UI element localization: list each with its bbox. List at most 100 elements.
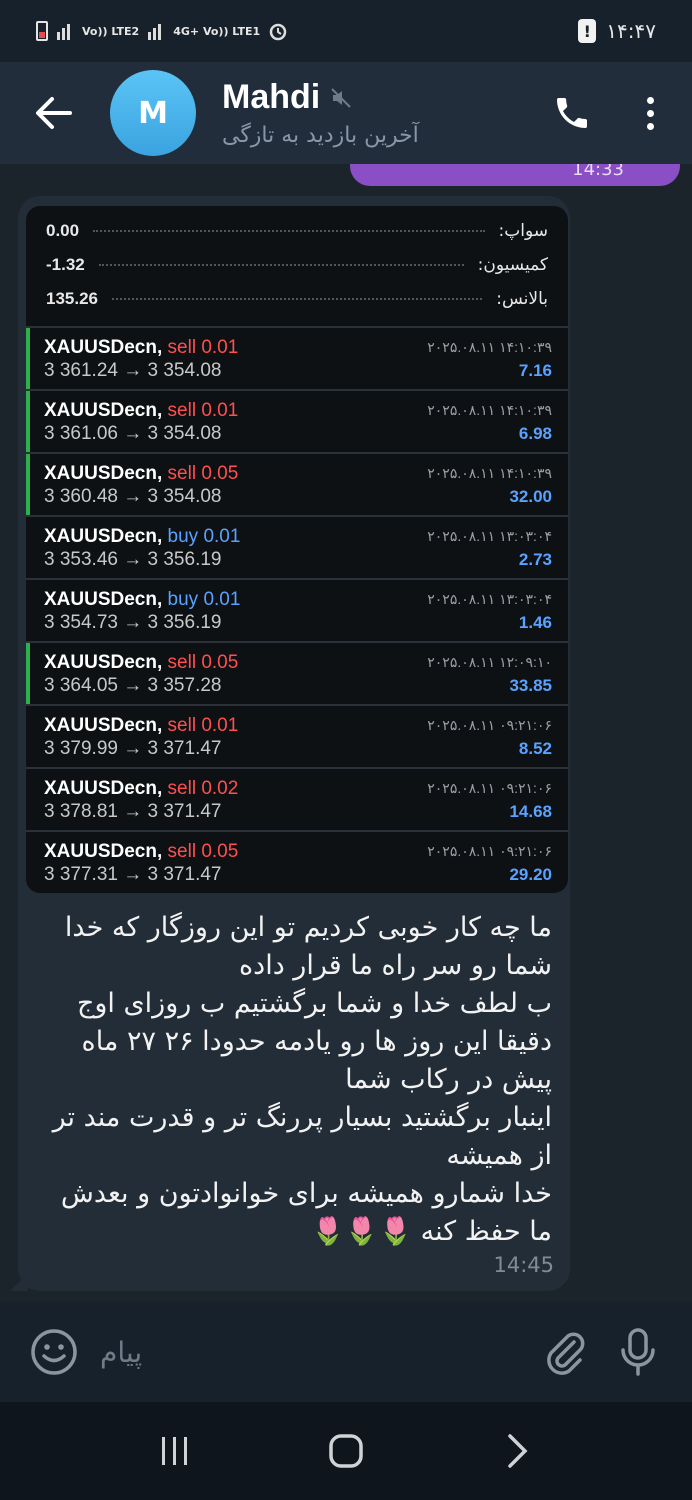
trade-symbol: XAUUSDecn,: [44, 399, 163, 421]
trade-date: ۲۰۲۵.۰۸.۱۱ ۱۳:۰۳:۰۴: [427, 527, 552, 544]
trade-side: sell: [167, 714, 197, 736]
call-button[interactable]: [542, 83, 602, 143]
recents-button[interactable]: [145, 1421, 205, 1481]
trade-side: buy: [167, 588, 199, 610]
trade-volume: 0.05: [201, 651, 239, 673]
message-composer: [0, 1302, 692, 1402]
trade-volume: 0.01: [203, 588, 241, 610]
back-button[interactable]: [14, 62, 94, 164]
trade-info: XAUUSDecn, buy 0.01 3 353.46 → 3 356.19: [44, 525, 240, 571]
summary-commission: -1.32 کمیسیون:: [26, 248, 568, 282]
trade-symbol: XAUUSDecn,: [44, 588, 163, 610]
trade-side: sell: [167, 336, 197, 358]
chat-header: M Mahdi آخرین بازدید به تازگی: [0, 62, 692, 164]
trade-prices: 3 360.48 → 3 354.08: [44, 485, 222, 507]
previous-outgoing-message[interactable]: 14:33: [350, 164, 680, 186]
emoji-button[interactable]: [26, 1324, 82, 1380]
trade-date: ۲۰۲۵.۰۸.۱۱ ۰۹:۲۱:۰۶: [427, 779, 552, 796]
dotted-leader: [93, 230, 485, 232]
trade-profit: 14.68: [509, 801, 552, 821]
trade-result: ۲۰۲۵.۰۸.۱۱ ۱۳:۰۳:۰۴ 2.73: [427, 525, 552, 571]
trade-side: buy: [167, 525, 199, 547]
contact-name: Mahdi: [222, 78, 542, 117]
trade-info: XAUUSDecn, sell 0.05 3 364.05 → 3 357.28: [44, 651, 238, 697]
avatar[interactable]: M: [110, 70, 196, 156]
voice-record-button[interactable]: [610, 1324, 666, 1380]
summary-swap: 0.00 سواپ:: [26, 214, 568, 248]
trade-date: ۲۰۲۵.۰۸.۱۱ ۱۴:۱۰:۳۹: [427, 338, 552, 355]
trade-info: XAUUSDecn, sell 0.05 3 360.48 → 3 354.08: [44, 462, 238, 508]
trade-date: ۲۰۲۵.۰۸.۱۱ ۱۲:۰۹:۱۰: [427, 653, 552, 670]
dotted-leader: [112, 298, 483, 300]
back-nav-button[interactable]: [487, 1421, 547, 1481]
trade-result: ۲۰۲۵.۰۸.۱۱ ۰۹:۲۱:۰۶ 29.20: [427, 840, 552, 886]
trade-volume: 0.01: [203, 525, 241, 547]
trade-prices: 3 379.99 → 3 371.47: [44, 737, 222, 759]
dotted-leader: [98, 264, 464, 266]
trade-volume: 0.01: [201, 714, 239, 736]
home-button[interactable]: [316, 1421, 376, 1481]
commission-value: -1.32: [46, 255, 85, 274]
dot-icon: [646, 122, 654, 130]
trade-title: XAUUSDecn, sell 0.05: [44, 840, 238, 863]
trade-prices: 3 353.46 → 3 356.19: [44, 548, 222, 570]
trade-profit: 33.85: [509, 675, 552, 695]
home-icon: [329, 1434, 363, 1468]
microphone-icon: [621, 1328, 655, 1376]
trade-row: XAUUSDecn, sell 0.01 3 379.99 → 3 371.47 ۲…: [26, 704, 568, 767]
status-right: ! ۱۴:۴۷: [578, 19, 656, 43]
message-time: 14:45: [493, 1253, 554, 1277]
trade-date: ۲۰۲۵.۰۸.۱۱ ۱۴:۱۰:۳۹: [427, 464, 552, 481]
clock: ۱۴:۴۷: [606, 19, 656, 43]
commission-label: کمیسیون:: [477, 255, 548, 275]
incoming-message[interactable]: 0.00 سواپ: -1.32 کمیسیون: 135.26 بالانس:…: [10, 196, 570, 1291]
trade-volume: 0.05: [201, 462, 239, 484]
trade-side: sell: [167, 462, 197, 484]
trade-date: ۲۰۲۵.۰۸.۱۱ ۱۳:۰۳:۰۴: [427, 590, 552, 607]
recents-icon: [162, 1437, 188, 1465]
trade-result: ۲۰۲۵.۰۸.۱۱ ۰۹:۲۱:۰۶ 14.68: [427, 777, 552, 823]
attach-button[interactable]: [536, 1324, 592, 1380]
contact-name-text: Mahdi: [222, 78, 321, 116]
trade-title: XAUUSDecn, buy 0.01: [44, 588, 240, 611]
trade-profit: 6.98: [518, 423, 552, 443]
smiley-icon: [31, 1329, 77, 1375]
chat-title[interactable]: Mahdi آخرین بازدید به تازگی: [222, 78, 542, 148]
message-input[interactable]: [100, 1335, 518, 1369]
trade-info: XAUUSDecn, buy 0.01 3 354.73 → 3 356.19: [44, 588, 240, 634]
trade-history-image[interactable]: 0.00 سواپ: -1.32 کمیسیون: 135.26 بالانس:…: [26, 206, 568, 893]
trade-title: XAUUSDecn, sell 0.05: [44, 462, 238, 485]
network-label-2: 4G+ Vo)) LTE1: [173, 24, 261, 38]
chat-area[interactable]: 14:33 0.00 سواپ: -1.32 کمیسیون: 135.26 ب…: [0, 164, 692, 1302]
trade-date: ۲۰۲۵.۰۸.۱۱ ۱۴:۱۰:۳۹: [427, 401, 552, 418]
trade-row: XAUUSDecn, sell 0.02 3 378.81 → 3 371.47 ۲…: [26, 767, 568, 830]
trade-profit: 7.16: [518, 360, 552, 380]
message-time: 14:33: [572, 164, 624, 180]
trade-result: ۲۰۲۵.۰۸.۱۱ ۱۴:۱۰:۳۹ 7.16: [427, 336, 552, 382]
battery-icon: [36, 21, 48, 41]
trade-volume: 0.02: [201, 777, 239, 799]
trade-date: ۲۰۲۵.۰۸.۱۱ ۰۹:۲۱:۰۶: [427, 716, 552, 733]
trade-symbol: XAUUSDecn,: [44, 462, 163, 484]
trade-summary: 0.00 سواپ: -1.32 کمیسیون: 135.26 بالانس:: [26, 206, 568, 326]
status-left: Vo)) LTE2 4G+ Vo)) LTE1: [36, 21, 288, 41]
trade-row: XAUUSDecn, sell 0.01 3 361.06 → 3 354.08 ۲…: [26, 389, 568, 452]
trade-symbol: XAUUSDecn,: [44, 714, 163, 736]
trade-profit: 32.00: [509, 486, 552, 506]
trade-symbol: XAUUSDecn,: [44, 840, 163, 862]
message-text: ما چه کار خوبی کردیم تو این روزگار که خد…: [52, 912, 552, 1247]
trade-side: sell: [167, 399, 197, 421]
trade-prices: 3 364.05 → 3 357.28: [44, 674, 222, 696]
summary-balance: 135.26 بالانس:: [26, 282, 568, 316]
trade-profit: 1.46: [518, 612, 552, 632]
trade-row: XAUUSDecn, sell 0.05 3 377.31 → 3 371.47 ۲…: [26, 830, 568, 893]
phone-icon: [557, 98, 587, 128]
dot-icon: [646, 96, 654, 104]
trade-profit: 8.52: [518, 738, 552, 758]
trade-profit: 29.20: [509, 864, 552, 884]
status-bar: Vo)) LTE2 4G+ Vo)) LTE1 ! ۱۴:۴۷: [0, 0, 692, 62]
more-menu-button[interactable]: [630, 83, 670, 143]
trade-info: XAUUSDecn, sell 0.01 3 361.24 → 3 354.08: [44, 336, 238, 382]
system-nav-bar: [0, 1402, 692, 1500]
trade-title: XAUUSDecn, sell 0.01: [44, 714, 238, 737]
